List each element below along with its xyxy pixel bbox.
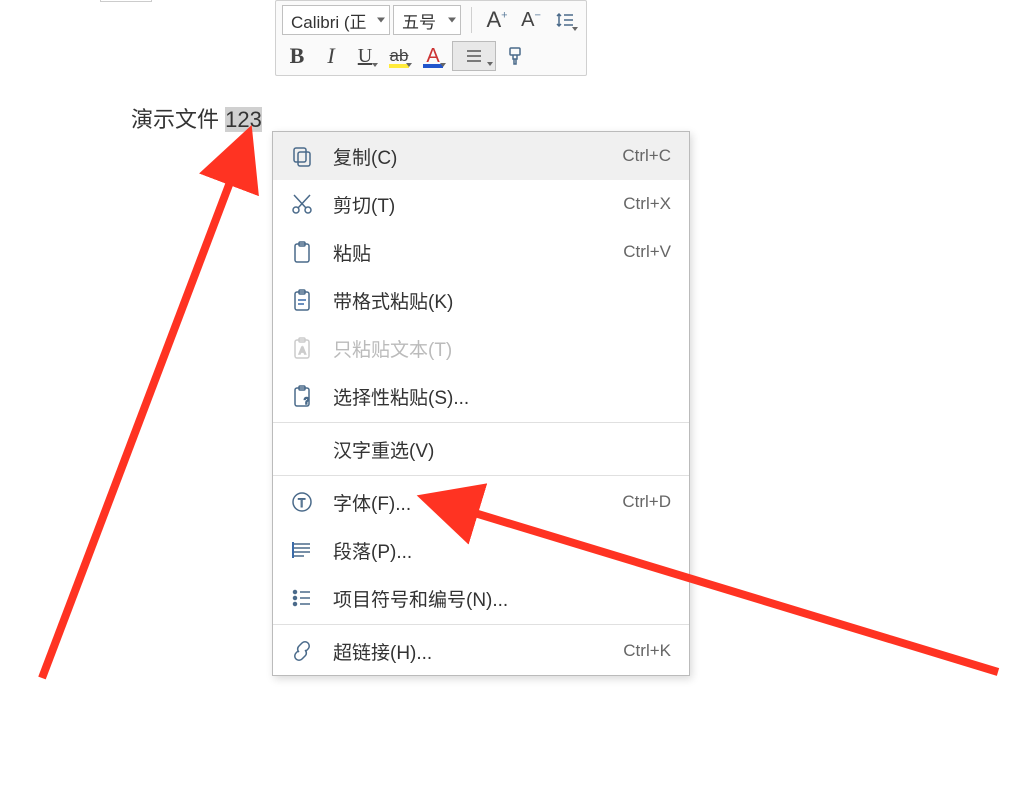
menu-item-font[interactable]: T 字体(F)...Ctrl+D bbox=[273, 478, 689, 526]
menu-icon-slot bbox=[289, 537, 315, 563]
menu-icon-slot: ? bbox=[289, 383, 315, 409]
menu-label: 选择性粘贴(S)... bbox=[333, 383, 671, 410]
list-icon bbox=[290, 586, 314, 610]
font-color-bar-icon bbox=[423, 64, 443, 68]
menu-item-link[interactable]: 超链接(H)...Ctrl+K bbox=[273, 627, 689, 675]
menu-shortcut: Ctrl+C bbox=[622, 146, 671, 166]
menu-icon-slot bbox=[289, 585, 315, 611]
shrink-font-button[interactable]: A− bbox=[516, 5, 546, 35]
menu-label: 汉字重选(V) bbox=[333, 436, 671, 463]
paste-icon bbox=[290, 240, 314, 264]
line-spacing-button[interactable] bbox=[550, 5, 580, 35]
menu-item-item-6[interactable]: 汉字重选(V) bbox=[273, 425, 689, 473]
menu-icon-slot bbox=[289, 436, 315, 462]
menu-label: 带格式粘贴(K) bbox=[333, 287, 671, 314]
italic-button[interactable]: I bbox=[316, 41, 346, 71]
font-color-button[interactable]: A bbox=[418, 41, 448, 71]
font-family-value: Calibri (正 bbox=[291, 8, 367, 33]
highlight-bar-icon bbox=[389, 64, 409, 68]
paste-special-icon: ? bbox=[290, 384, 314, 408]
menu-icon-slot: T bbox=[289, 489, 315, 515]
paste-text-icon: A bbox=[290, 336, 314, 360]
document-page-edge bbox=[100, 0, 152, 2]
format-painter-button[interactable] bbox=[500, 41, 530, 71]
line-spacing-icon bbox=[555, 10, 575, 30]
menu-icon-slot bbox=[289, 239, 315, 265]
menu-item-paste-format[interactable]: 带格式粘贴(K) bbox=[273, 276, 689, 324]
menu-item-list[interactable]: 项目符号和编号(N)... bbox=[273, 574, 689, 622]
underline-button[interactable]: U bbox=[350, 41, 380, 71]
menu-item-cut[interactable]: 剪切(T)Ctrl+X bbox=[273, 180, 689, 228]
menu-divider bbox=[273, 475, 689, 476]
menu-label: 剪切(T) bbox=[333, 191, 623, 218]
menu-item-paste[interactable]: 粘贴Ctrl+V bbox=[273, 228, 689, 276]
menu-icon-slot: A bbox=[289, 335, 315, 361]
menu-shortcut: Ctrl+K bbox=[623, 641, 671, 661]
font-family-select[interactable]: Calibri (正 bbox=[282, 5, 390, 35]
context-menu: 复制(C)Ctrl+C剪切(T)Ctrl+X粘贴Ctrl+V带格式粘贴(K)A只… bbox=[272, 131, 690, 676]
menu-shortcut: Ctrl+V bbox=[623, 242, 671, 262]
menu-icon-slot bbox=[289, 191, 315, 217]
doc-text-selected: 123 bbox=[225, 107, 262, 132]
link-icon bbox=[290, 639, 314, 663]
menu-item-paragraph[interactable]: 段落(P)... bbox=[273, 526, 689, 574]
menu-label: 段落(P)... bbox=[333, 537, 671, 564]
menu-icon-slot bbox=[289, 287, 315, 313]
menu-item-paste-text: A 只粘贴文本(T) bbox=[273, 324, 689, 372]
toolbar-row-1: Calibri (正 五号 A+ A− bbox=[282, 5, 580, 35]
grow-font-button[interactable]: A+ bbox=[482, 5, 512, 35]
align-icon bbox=[465, 47, 483, 65]
menu-item-copy[interactable]: 复制(C)Ctrl+C bbox=[273, 132, 689, 180]
floating-formatting-toolbar: Calibri (正 五号 A+ A− B I U ab A bbox=[275, 0, 587, 76]
paste-format-icon bbox=[290, 288, 314, 312]
svg-text:A: A bbox=[299, 346, 306, 357]
font-size-select[interactable]: 五号 bbox=[393, 5, 461, 35]
toolbar-divider bbox=[471, 7, 472, 33]
menu-divider bbox=[273, 422, 689, 423]
doc-text-plain: 演示文件 bbox=[131, 107, 225, 132]
menu-shortcut: Ctrl+D bbox=[622, 492, 671, 512]
menu-label: 复制(C) bbox=[333, 143, 622, 170]
menu-divider bbox=[273, 624, 689, 625]
menu-shortcut: Ctrl+X bbox=[623, 194, 671, 214]
toolbar-row-2: B I U ab A bbox=[282, 41, 580, 71]
menu-label: 字体(F)... bbox=[333, 489, 622, 516]
menu-icon-slot bbox=[289, 638, 315, 664]
menu-item-paste-special[interactable]: ? 选择性粘贴(S)... bbox=[273, 372, 689, 420]
dropdown-arrow-icon bbox=[448, 18, 456, 23]
svg-text:T: T bbox=[298, 496, 306, 510]
menu-icon-slot bbox=[289, 143, 315, 169]
font-size-value: 五号 bbox=[402, 8, 436, 33]
dropdown-arrow-icon bbox=[377, 18, 385, 23]
copy-icon bbox=[290, 144, 314, 168]
document-text[interactable]: 演示文件 123 bbox=[131, 102, 262, 134]
alignment-button[interactable] bbox=[452, 41, 496, 71]
cut-icon bbox=[290, 192, 314, 216]
font-icon: T bbox=[290, 490, 314, 514]
menu-label: 超链接(H)... bbox=[333, 638, 623, 665]
menu-label: 项目符号和编号(N)... bbox=[333, 585, 671, 612]
menu-label: 粘贴 bbox=[333, 239, 623, 266]
svg-text:?: ? bbox=[304, 396, 309, 406]
bold-button[interactable]: B bbox=[282, 41, 312, 71]
menu-label: 只粘贴文本(T) bbox=[333, 335, 671, 362]
paragraph-icon bbox=[290, 538, 314, 562]
highlight-button[interactable]: ab bbox=[384, 41, 414, 71]
format-painter-icon bbox=[504, 45, 526, 67]
